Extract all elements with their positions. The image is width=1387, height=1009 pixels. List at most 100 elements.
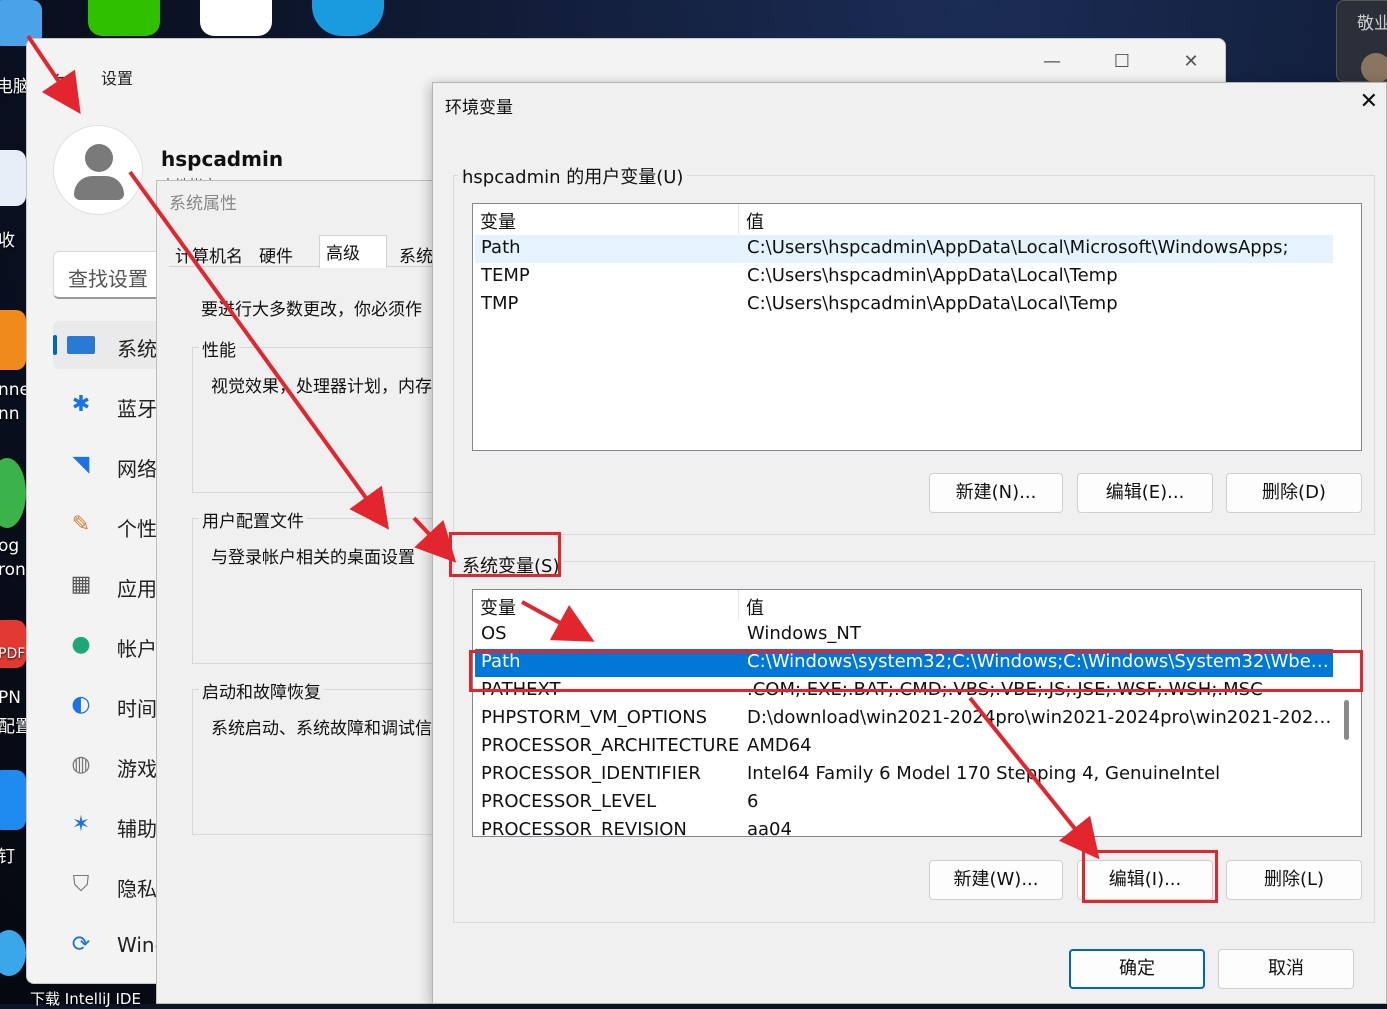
nav-item-label: 蓝牙	[117, 397, 157, 421]
group-description: 与登录帐户相关的桌面设置	[211, 548, 415, 568]
variable-value: AMD64	[747, 735, 812, 756]
back-arrow-icon[interactable]: ←	[53, 65, 70, 89]
desktop-app-icon[interactable]	[0, 150, 26, 206]
nav-item-label: 网络	[117, 457, 157, 481]
group-title: 性能	[199, 336, 239, 361]
desktop-icon-label: ron	[0, 560, 26, 580]
list-row[interactable]: PROCESSOR_REVISION aa04	[475, 817, 1333, 836]
system-variables-list[interactable]: 变量 值 OS Windows_NT Path C:\Windows\syste…	[472, 589, 1362, 837]
taskbar-hint-label: 下载 IntelliJ IDE	[30, 990, 141, 1008]
variable-value: 6	[747, 791, 759, 812]
group-title: hspcadmin 的用户变量(U)	[458, 163, 688, 189]
variable-value: C:\Users\hspcadmin\AppData\Local\Temp	[747, 265, 1118, 286]
nav-item-label: 隐私	[117, 877, 157, 901]
system-new-button[interactable]: 新建(W)...	[929, 860, 1063, 900]
variable-value: C:\Users\hspcadmin\AppData\Local\Microso…	[747, 237, 1289, 258]
list-row[interactable]: TEMP C:\Users\hspcadmin\AppData\Local\Te…	[475, 263, 1333, 291]
nav-item-label: 辅助	[117, 817, 157, 841]
variable-value: D:\download\win2021-2024pro\win2021-2024…	[747, 707, 1337, 728]
group-description: 视觉效果，处理器计划，内存	[211, 377, 432, 397]
desktop-icon-label: PN	[0, 688, 21, 708]
baidu-netdisk-icon[interactable]	[200, 0, 272, 36]
ok-button[interactable]: 确定	[1069, 949, 1205, 989]
variable-name: Path	[481, 237, 521, 258]
user-variables-list[interactable]: 变量 值 Path C:\Users\hspcadmin\AppData\Loc…	[472, 203, 1362, 451]
user-delete-button[interactable]: 删除(D)	[1226, 473, 1362, 513]
variable-name: PHPSTORM_VM_OPTIONS	[481, 707, 708, 728]
close-button[interactable]: ✕	[1360, 89, 1378, 114]
nav-item-label: 帐户	[117, 637, 157, 661]
variable-name: TMP	[481, 293, 519, 314]
variable-name: OS	[481, 623, 507, 644]
system-delete-button[interactable]: 删除(L)	[1226, 860, 1362, 900]
list-row[interactable]: Path C:\Users\hspcadmin\AppData\Local\Mi…	[475, 235, 1333, 263]
avatar-head	[85, 144, 113, 172]
shield-icon: ⛉	[72, 872, 90, 897]
nav-item-label: 应用	[117, 577, 157, 601]
nav-item-label: 个性	[117, 517, 157, 541]
bluetooth-icon: ✱	[71, 392, 91, 417]
variable-name: PROCESSOR_LEVEL	[481, 791, 657, 812]
variable-value: aa04	[747, 819, 792, 837]
variable-name: PROCESSOR_ARCHITECTURE	[481, 735, 740, 756]
group-title: 用户配置文件	[199, 507, 307, 532]
active-indicator	[53, 335, 57, 355]
wifi-icon: ◥	[72, 452, 90, 477]
nav-item-label: 时间	[117, 697, 157, 721]
user-name: hspcadmin	[161, 147, 284, 171]
annotation-box-system-variables	[449, 532, 561, 577]
avatar[interactable]	[53, 125, 143, 215]
user-edit-button[interactable]: 编辑(E)...	[1077, 473, 1213, 513]
list-row[interactable]: PROCESSOR_IDENTIFIER Intel64 Family 6 Mo…	[475, 761, 1333, 789]
cancel-button[interactable]: 取消	[1218, 949, 1354, 989]
system-icon	[67, 331, 95, 359]
list-row[interactable]: PROCESSOR_ARCHITECTURE AMD64	[475, 733, 1333, 761]
annotation-box-edit-button	[1082, 850, 1218, 903]
desktop-icon-label: og	[0, 536, 20, 556]
ie-icon[interactable]	[0, 930, 26, 976]
variable-value: Intel64 Family 6 Model 170 Stepping 4, G…	[747, 763, 1221, 784]
tab-advanced[interactable]: 高级	[319, 235, 387, 268]
user-new-button[interactable]: 新建(N)...	[929, 473, 1063, 513]
variable-value: Windows_NT	[747, 623, 861, 644]
tab-hardware[interactable]: 硬件	[253, 239, 299, 270]
column-header-value[interactable]: 值	[746, 208, 764, 234]
annotation-box-path-row	[469, 650, 1363, 692]
side-widget-label: 敬业	[1357, 14, 1387, 34]
group-description: 系统启动、系统故障和调试信	[211, 719, 432, 739]
list-row[interactable]: PHPSTORM_VM_OPTIONS D:\download\win2021-…	[475, 705, 1337, 733]
nav-item-label: 系统	[117, 337, 157, 361]
dialog-title: 环境变量	[445, 98, 513, 118]
tab-computer-name[interactable]: 计算机名	[169, 239, 249, 270]
gamepad-icon: ◍	[71, 752, 91, 777]
desktop-app-icon[interactable]	[0, 310, 26, 370]
edge-icon[interactable]	[312, 0, 384, 36]
wechat-icon[interactable]	[88, 0, 160, 36]
dingtalk-icon[interactable]	[0, 770, 26, 830]
chrome-icon[interactable]	[0, 458, 26, 528]
clock-globe-icon: ◐	[71, 692, 91, 717]
avatar-body	[74, 176, 124, 200]
list-row[interactable]: TMP C:\Users\hspcadmin\AppData\Local\Tem…	[475, 291, 1333, 319]
desktop-icon-label: nn	[0, 404, 20, 424]
close-button[interactable]: ✕	[1176, 51, 1206, 72]
desktop-icon-label: PDF	[0, 646, 26, 662]
desktop-icon-label: 钉	[0, 847, 15, 867]
minimize-button[interactable]: —	[1037, 51, 1067, 72]
list-row[interactable]: OS Windows_NT	[475, 621, 1333, 649]
column-separator	[738, 204, 739, 234]
list-row[interactable]: PROCESSOR_LEVEL 6	[475, 789, 1333, 817]
list-header: 变量 值	[473, 590, 1333, 620]
column-header-value[interactable]: 值	[746, 594, 764, 620]
column-header-variable[interactable]: 变量	[480, 594, 516, 620]
variable-value: C:\Users\hspcadmin\AppData\Local\Temp	[747, 293, 1118, 314]
side-widget[interactable]: 敬业	[1336, 0, 1387, 83]
dialog-title: 系统属性	[169, 194, 237, 214]
windows-update-icon: ⟳	[71, 932, 91, 957]
admin-notice: 要进行大多数更改，你必须作	[201, 300, 422, 320]
maximize-button[interactable]: ☐	[1107, 51, 1137, 72]
scrollbar-thumb[interactable]	[1344, 700, 1349, 740]
accessibility-icon: ✶	[71, 812, 91, 837]
vertical-scrollbar[interactable]	[1333, 590, 1361, 836]
column-header-variable[interactable]: 变量	[480, 208, 516, 234]
